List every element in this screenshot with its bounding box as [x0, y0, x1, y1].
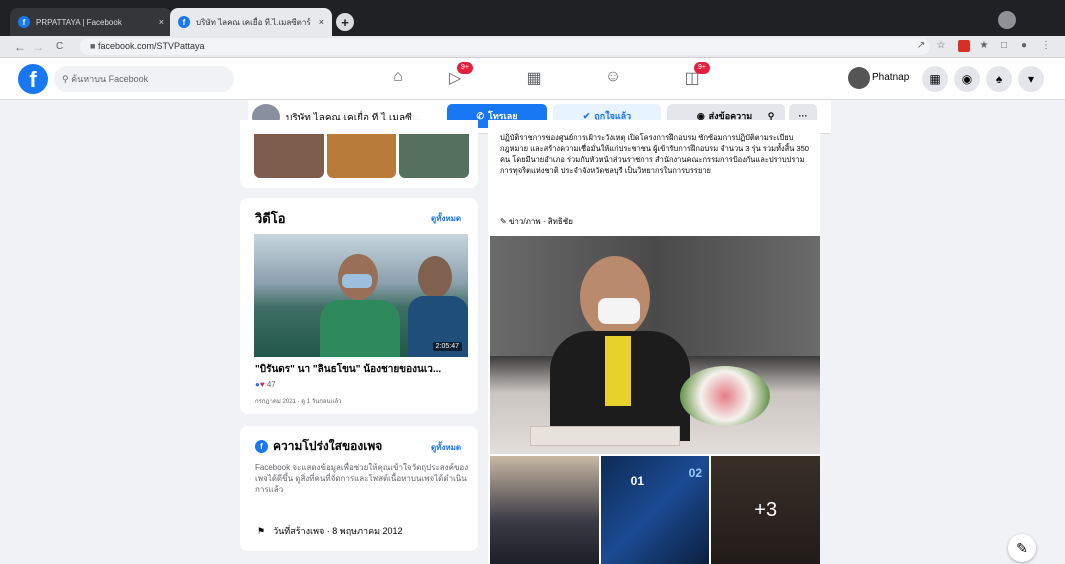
user-name[interactable]: Phatnap	[872, 72, 909, 83]
home-icon[interactable]: ⌂	[386, 68, 410, 90]
post-text: ปฏิบัติราชการของศูนย์การเฝ้าระวังเหตุ เป…	[500, 133, 809, 175]
transparency-text: Facebook จะแสดงข้อมูลเพื่อช่วยให้คุณเข้า…	[255, 463, 469, 494]
face-mask	[342, 274, 372, 288]
watch-badge: 9+	[457, 62, 473, 74]
face-mask	[598, 298, 640, 324]
post-photo-thumbnail[interactable]: 01 02	[600, 456, 710, 564]
post-photo-thumbnail[interactable]: +3	[711, 456, 821, 564]
post-photo-grid: 01 02 +3	[490, 456, 821, 564]
person-shirt	[320, 300, 400, 357]
videos-heading: วิดีโอ	[255, 211, 286, 226]
back-icon[interactable]: ←	[14, 40, 26, 54]
address-bar[interactable]: ■ facebook.com/STVPattaya	[80, 38, 930, 55]
sign-number: 02	[688, 466, 703, 480]
transparency-heading: f ความโปร่งใสของเพจ	[255, 437, 382, 456]
reaction-count: 47	[266, 380, 276, 389]
person-head	[580, 256, 650, 338]
close-tab-icon[interactable]: ×	[159, 17, 164, 27]
browser-profile-icon[interactable]	[998, 11, 1016, 29]
post-tags-text: ข่าว/ภาพ · สิทธิชัย	[508, 217, 573, 226]
video-duration: 2:05:47	[432, 342, 462, 351]
transparency-title: ความโปร่งใสของเพจ	[273, 439, 383, 453]
name-plate	[530, 426, 680, 446]
photo-thumbnail[interactable]	[399, 134, 470, 178]
video-title[interactable]: "บิรันดร" นา "ลินธโขน" น้องชายของนเว...	[255, 362, 470, 377]
photo-thumbnail[interactable]	[326, 134, 397, 178]
more-photos-overlay[interactable]: +3	[711, 456, 821, 564]
post-main-photo[interactable]	[490, 236, 820, 454]
star-icon[interactable]: ☆	[935, 40, 947, 52]
groups-icon[interactable]: ☺	[601, 68, 625, 90]
new-tab-button[interactable]: +	[336, 13, 354, 31]
extension-icon[interactable]	[958, 40, 970, 52]
reload-icon[interactable]: C	[56, 41, 63, 52]
account-menu-icon[interactable]: ▾	[1018, 66, 1044, 92]
photo-strip	[254, 134, 470, 178]
videos-see-all-link[interactable]: ดูทั้งหมด	[431, 212, 461, 225]
facebook-favicon-icon: f	[18, 16, 30, 28]
facebook-logo-icon[interactable]: f	[18, 64, 48, 94]
search-icon: ⚲	[62, 74, 69, 84]
forward-icon[interactable]: →	[32, 40, 44, 54]
new-message-icon[interactable]: ✎	[1008, 534, 1036, 562]
video-meta: กรกฎาคม 2021 · ดู 1 วันก่อนแล้ว	[255, 399, 342, 405]
gaming-badge: 9+	[694, 62, 710, 74]
share-icon[interactable]: ↗	[915, 40, 927, 52]
photo-thumbnail[interactable]	[254, 134, 324, 178]
facebook-favicon-icon: f	[178, 16, 190, 28]
lock-icon: ■	[90, 41, 96, 51]
tab-title: PRPATTAYA | Facebook	[36, 17, 122, 27]
facebook-icon: f	[255, 440, 268, 453]
sign-number: 01	[630, 474, 645, 488]
browser-tab-2[interactable]: f บริษัท ไลคณ เคเยื่อ ที.ไ.เมลซีตาร์ ดา.…	[170, 8, 332, 36]
pencil-icon: ✎	[500, 217, 507, 226]
love-reaction-icon: ♥	[259, 380, 265, 389]
flag-icon: ⚑	[257, 525, 266, 536]
menu-grid-icon[interactable]: ▦	[922, 66, 948, 92]
yellow-shirt	[605, 336, 631, 406]
reaction-summary[interactable]: ●♥ 47	[255, 380, 276, 389]
user-avatar[interactable]	[848, 67, 870, 89]
tab-title: บริษัท ไลคณ เคเยื่อ ที.ไ.เมลซีตาร์ ดา...	[196, 17, 313, 27]
url-text: facebook.com/STVPattaya	[97, 41, 205, 51]
page-created-date: วันที่สร้างเพจ · 8 พฤษภาคม 2012	[273, 526, 403, 536]
kebab-menu-icon[interactable]: ⋮	[1040, 40, 1052, 52]
account-icon[interactable]: ●	[1018, 40, 1030, 52]
messenger-icon[interactable]: ◉	[954, 66, 980, 92]
flower-arrangement	[680, 366, 770, 426]
post-photo-thumbnail[interactable]	[490, 456, 599, 564]
notifications-icon[interactable]: ♠	[986, 66, 1012, 92]
page-created-row: ⚑ วันที่สร้างเพจ · 8 พฤษภาคม 2012	[257, 524, 403, 538]
person-face	[418, 256, 452, 298]
transparency-see-all-link[interactable]: ดูทั้งหมด	[431, 441, 461, 454]
search-input[interactable]: ⚲ ค้นหาบน Facebook	[54, 66, 234, 92]
video-thumbnail[interactable]: 2:05:47	[254, 234, 468, 357]
puzzle-icon[interactable]: ★	[978, 40, 990, 52]
close-tab-icon[interactable]: ×	[319, 17, 324, 27]
search-placeholder: ค้นหาบน Facebook	[71, 74, 149, 84]
sidepanel-icon[interactable]: □	[998, 40, 1010, 52]
post-tags[interactable]: ✎ ข่าว/ภาพ · สิทธิชัย	[500, 215, 573, 228]
browser-tab-1[interactable]: f PRPATTAYA | Facebook ×	[10, 8, 172, 36]
marketplace-icon[interactable]: ▦	[522, 68, 546, 90]
